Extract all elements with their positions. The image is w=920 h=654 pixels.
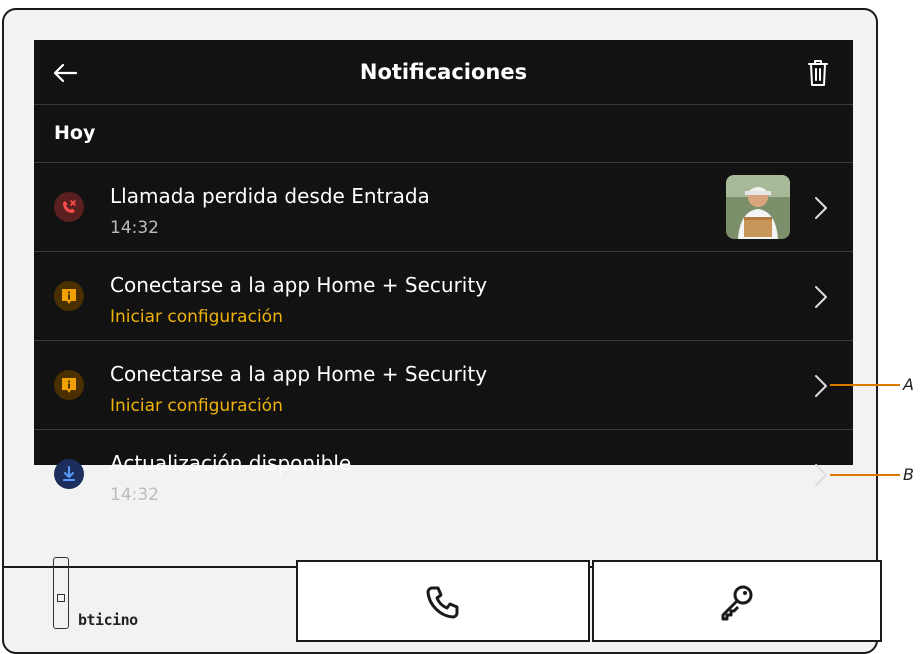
chevron-right-icon[interactable] [813, 462, 829, 488]
chevron-right-icon[interactable] [813, 373, 829, 399]
info-alert-icon [54, 281, 84, 311]
led-indicator [53, 557, 69, 629]
callout-label-b: B [903, 465, 914, 484]
callout-label-a: A [903, 375, 914, 394]
notification-title: Actualización disponible [110, 451, 352, 475]
trash-icon[interactable] [805, 58, 831, 88]
callout-line-a [830, 384, 900, 386]
notification-item[interactable]: Conectarse a la app Home + Security Inic… [34, 252, 853, 341]
visitor-snapshot-thumbnail[interactable] [726, 175, 790, 239]
chevron-right-icon[interactable] [813, 284, 829, 310]
notification-time: 14:32 [110, 485, 159, 505]
section-label: Hoy [54, 122, 96, 144]
door-open-button[interactable] [592, 560, 882, 642]
setup-link[interactable]: Iniciar configuración [110, 307, 283, 327]
call-button[interactable] [296, 560, 590, 642]
notification-title: Conectarse a la app Home + Security [110, 362, 488, 386]
key-icon [721, 585, 753, 621]
notification-title: Llamada perdida desde Entrada [110, 184, 430, 208]
notifications-screen: Notificaciones Hoy Llamada perdida desde… [34, 40, 853, 505]
chevron-right-icon[interactable] [813, 195, 829, 221]
missed-call-icon [54, 192, 84, 222]
notification-item[interactable]: Llamada perdida desde Entrada 14:32 [34, 163, 853, 252]
notification-item[interactable]: Actualización disponible 14:32 [34, 430, 853, 505]
download-icon [54, 459, 84, 489]
setup-link[interactable]: Iniciar configuración [110, 396, 283, 416]
brand-logo: bticino [78, 611, 138, 629]
section-today: Hoy [34, 105, 853, 163]
page-title: Notificaciones [359, 60, 528, 84]
notification-item[interactable]: Conectarse a la app Home + Security Inic… [34, 341, 853, 430]
info-alert-icon [54, 370, 84, 400]
phone-icon [426, 586, 459, 619]
header-bar: Notificaciones [34, 40, 853, 105]
notification-title: Conectarse a la app Home + Security [110, 273, 488, 297]
callout-line-b [830, 474, 900, 476]
notification-time: 14:32 [110, 218, 159, 238]
